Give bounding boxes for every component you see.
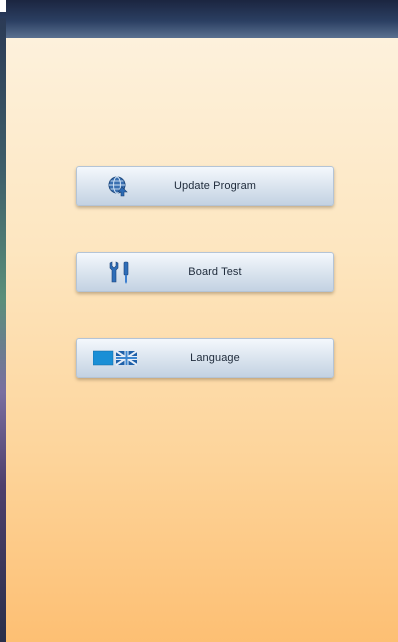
language-button[interactable]: Language bbox=[76, 338, 334, 378]
update-program-button[interactable]: Update Program bbox=[76, 166, 334, 206]
board-test-label: Board Test bbox=[188, 266, 242, 278]
title-bar bbox=[0, 0, 398, 38]
app-screen: Update Program Board Test Language bbox=[0, 0, 398, 642]
language-label: Language bbox=[190, 352, 240, 364]
title-bar-corner bbox=[0, 0, 6, 12]
board-test-button[interactable]: Board Test bbox=[76, 252, 334, 292]
update-program-label: Update Program bbox=[173, 180, 257, 192]
